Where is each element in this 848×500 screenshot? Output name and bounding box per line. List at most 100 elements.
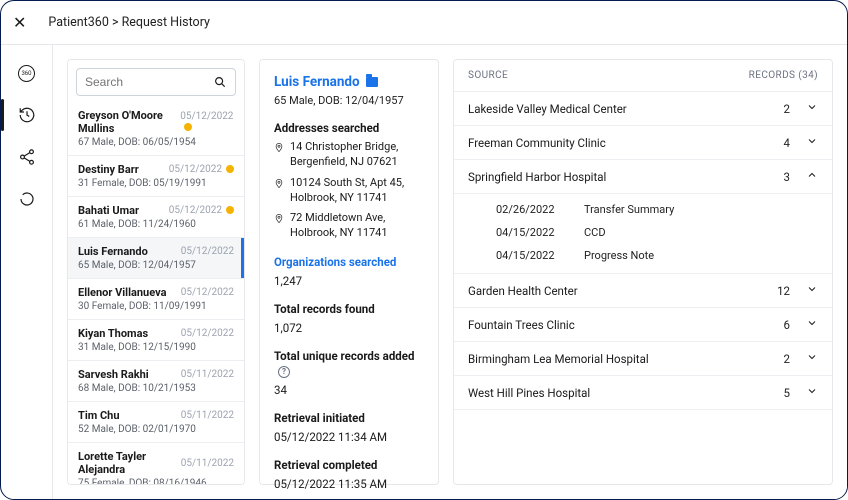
source-row[interactable]: West Hill Pines Hospital5 — [454, 376, 832, 410]
orgs-searched-value: 1,247 — [274, 274, 424, 288]
patient-list-item[interactable]: Ellenor Villanueva 05/12/2022 30 Female, D… — [68, 279, 244, 320]
source-name: Lakeside Valley Medical Center — [468, 102, 748, 116]
completed-value: 05/12/2022 11:35 AM — [274, 477, 424, 491]
orgs-searched-label[interactable]: Organizations searched — [274, 255, 424, 269]
pending-dot-icon — [226, 206, 234, 214]
address-text: 72 Middletown Ave, Holbrook, NY 11741 — [290, 211, 424, 241]
patient-sub: 75 Female, DOB: 08/16/1946 — [78, 478, 234, 484]
source-expanded: 02/26/2022Transfer Summary04/15/2022CCD0… — [454, 194, 832, 274]
patient-name: Kiyan Thomas — [78, 327, 148, 340]
source-row[interactable]: Freeman Community Clinic4 — [454, 126, 832, 160]
document-type: Transfer Summary — [584, 203, 674, 216]
patient-name: Luis Fernando — [274, 74, 424, 90]
total-records-value: 1,072 — [274, 321, 424, 335]
source-name: Freeman Community Clinic — [468, 136, 748, 150]
patient-list-item[interactable]: Greyson O'Moore Mullins05/12/2022 67 Male… — [68, 102, 244, 156]
address-row: 10124 South St, Apt 45, Holbrook, NY 117… — [274, 176, 424, 206]
document-type: CCD — [584, 226, 606, 239]
patient-list-item[interactable]: Lorette Tayler Alejandra05/11/202275 Fem… — [68, 443, 244, 484]
column-records: RECORDS (34) — [749, 70, 818, 81]
patient-name: Lorette Tayler Alejandra — [78, 450, 181, 476]
address-text: 10124 South St, Apt 45, Holbrook, NY 117… — [290, 176, 424, 206]
nav-refresh-icon[interactable] — [15, 187, 39, 211]
patient-sub: 31 Female, DOB: 05/19/1991 — [78, 178, 234, 189]
nav-360-icon[interactable]: 360 — [15, 61, 39, 85]
pin-icon — [274, 141, 284, 170]
breadcrumb: Patient360 > Request History — [48, 15, 210, 30]
folder-icon[interactable] — [366, 77, 378, 87]
patient-sub: 67 Male, DOB: 06/05/1954 — [78, 137, 234, 148]
patient-sub: 65 Male, DOB: 12/04/1957 — [78, 260, 234, 271]
request-date: 05/12/2022 — [181, 287, 234, 298]
chevron-down-icon — [790, 317, 818, 332]
records-panel: SOURCE RECORDS (34) Lakeside Valley Medi… — [453, 59, 833, 485]
chevron-down-icon — [790, 283, 818, 298]
search-input-wrap[interactable] — [76, 68, 236, 96]
app-header: ✕ Patient360 > Request History — [1, 1, 847, 45]
patient-detail-panel: Luis Fernando 65 Male, DOB: 12/04/1957 A… — [259, 59, 439, 485]
patient-sub: 31 Male, DOB: 12/15/1990 — [78, 342, 234, 353]
chevron-down-icon — [790, 135, 818, 150]
nav-share-icon[interactable] — [15, 145, 39, 169]
patient-list-item[interactable]: Kiyan Thomas05/12/202231 Male, DOB: 12/1… — [68, 320, 244, 361]
document-date: 04/15/2022 — [496, 226, 584, 239]
nav-rail: 360 — [1, 45, 53, 499]
chevron-up-icon — [790, 169, 818, 184]
source-row[interactable]: Lakeside Valley Medical Center2 — [454, 92, 832, 126]
source-name: Birmingham Lea Memorial Hospital — [468, 352, 748, 366]
patient-sub: 30 Female, DOB: 11/09/1991 — [78, 301, 234, 312]
address-row: 72 Middletown Ave, Holbrook, NY 11741 — [274, 211, 424, 241]
patient-list-item[interactable]: Destiny Barr05/12/202231 Female, DOB: 05… — [68, 156, 244, 197]
chevron-down-icon — [790, 385, 818, 400]
source-count: 5 — [748, 386, 790, 400]
request-date: 05/12/2022 — [169, 205, 234, 216]
address-text: 14 Christopher Bridge, Bergenfield, NJ 0… — [290, 140, 424, 170]
pin-icon — [274, 177, 284, 206]
pin-icon — [274, 212, 284, 241]
source-count: 2 — [748, 102, 790, 116]
patient-name: Sarvesh Rakhi — [78, 368, 149, 381]
patient-name: Greyson O'Moore Mullins — [78, 109, 180, 135]
request-date: 05/12/2022 — [169, 164, 234, 175]
pending-dot-icon — [184, 123, 192, 131]
patient-list-item[interactable]: Bahati Umar05/12/202261 Male, DOB: 11/24… — [68, 197, 244, 238]
source-count: 2 — [748, 352, 790, 366]
source-row[interactable]: Birmingham Lea Memorial Hospital2 — [454, 342, 832, 376]
completed-label: Retrieval completed — [274, 458, 424, 472]
source-row[interactable]: Garden Health Center12 — [454, 274, 832, 308]
patient-list-item[interactable]: Sarvesh Rakhi05/11/202268 Male, DOB: 10/… — [68, 361, 244, 402]
search-input[interactable] — [85, 75, 205, 89]
source-name: Garden Health Center — [468, 284, 748, 298]
patient-list-panel: Greyson O'Moore Mullins05/12/202267 Male… — [67, 59, 245, 485]
initiated-label: Retrieval initiated — [274, 411, 424, 425]
document-row[interactable]: 04/15/2022Progress Note — [454, 244, 832, 267]
source-count: 4 — [748, 136, 790, 150]
chevron-down-icon — [790, 351, 818, 366]
source-row[interactable]: Fountain Trees Clinic6 — [454, 308, 832, 342]
request-date: 05/12/2022 — [181, 246, 234, 257]
help-icon[interactable]: ? — [278, 366, 290, 378]
nav-history-icon[interactable] — [15, 103, 39, 127]
pending-dot-icon — [226, 165, 234, 173]
total-records-label: Total records found — [274, 302, 424, 316]
request-date: 05/12/2022 — [180, 111, 234, 133]
patient-demographics: 65 Male, DOB: 12/04/1957 — [274, 94, 424, 107]
patient-name: Luis Fernando — [78, 245, 148, 258]
request-date: 05/11/2022 — [181, 410, 234, 421]
patient-name: Bahati Umar — [78, 204, 139, 217]
source-count: 12 — [748, 284, 790, 298]
source-count: 3 — [748, 170, 790, 184]
source-row[interactable]: Springfield Harbor Hospital3 — [454, 160, 832, 194]
patient-list-item[interactable]: Tim Chu05/11/202252 Male, DOB: 02/01/197… — [68, 402, 244, 443]
column-source: SOURCE — [468, 70, 508, 81]
source-count: 6 — [748, 318, 790, 332]
chevron-down-icon — [790, 101, 818, 116]
document-row[interactable]: 02/26/2022Transfer Summary — [454, 198, 832, 221]
initiated-value: 05/12/2022 11:34 AM — [274, 430, 424, 444]
patient-name: Ellenor Villanueva — [78, 286, 166, 299]
close-icon[interactable]: ✕ — [13, 13, 26, 32]
document-row[interactable]: 04/15/2022CCD — [454, 221, 832, 244]
patient-list-item[interactable]: Luis Fernando 05/12/2022 65 Male, DOB: 12/… — [68, 238, 244, 279]
document-date: 04/15/2022 — [496, 249, 584, 262]
patient-name: Tim Chu — [78, 409, 120, 422]
